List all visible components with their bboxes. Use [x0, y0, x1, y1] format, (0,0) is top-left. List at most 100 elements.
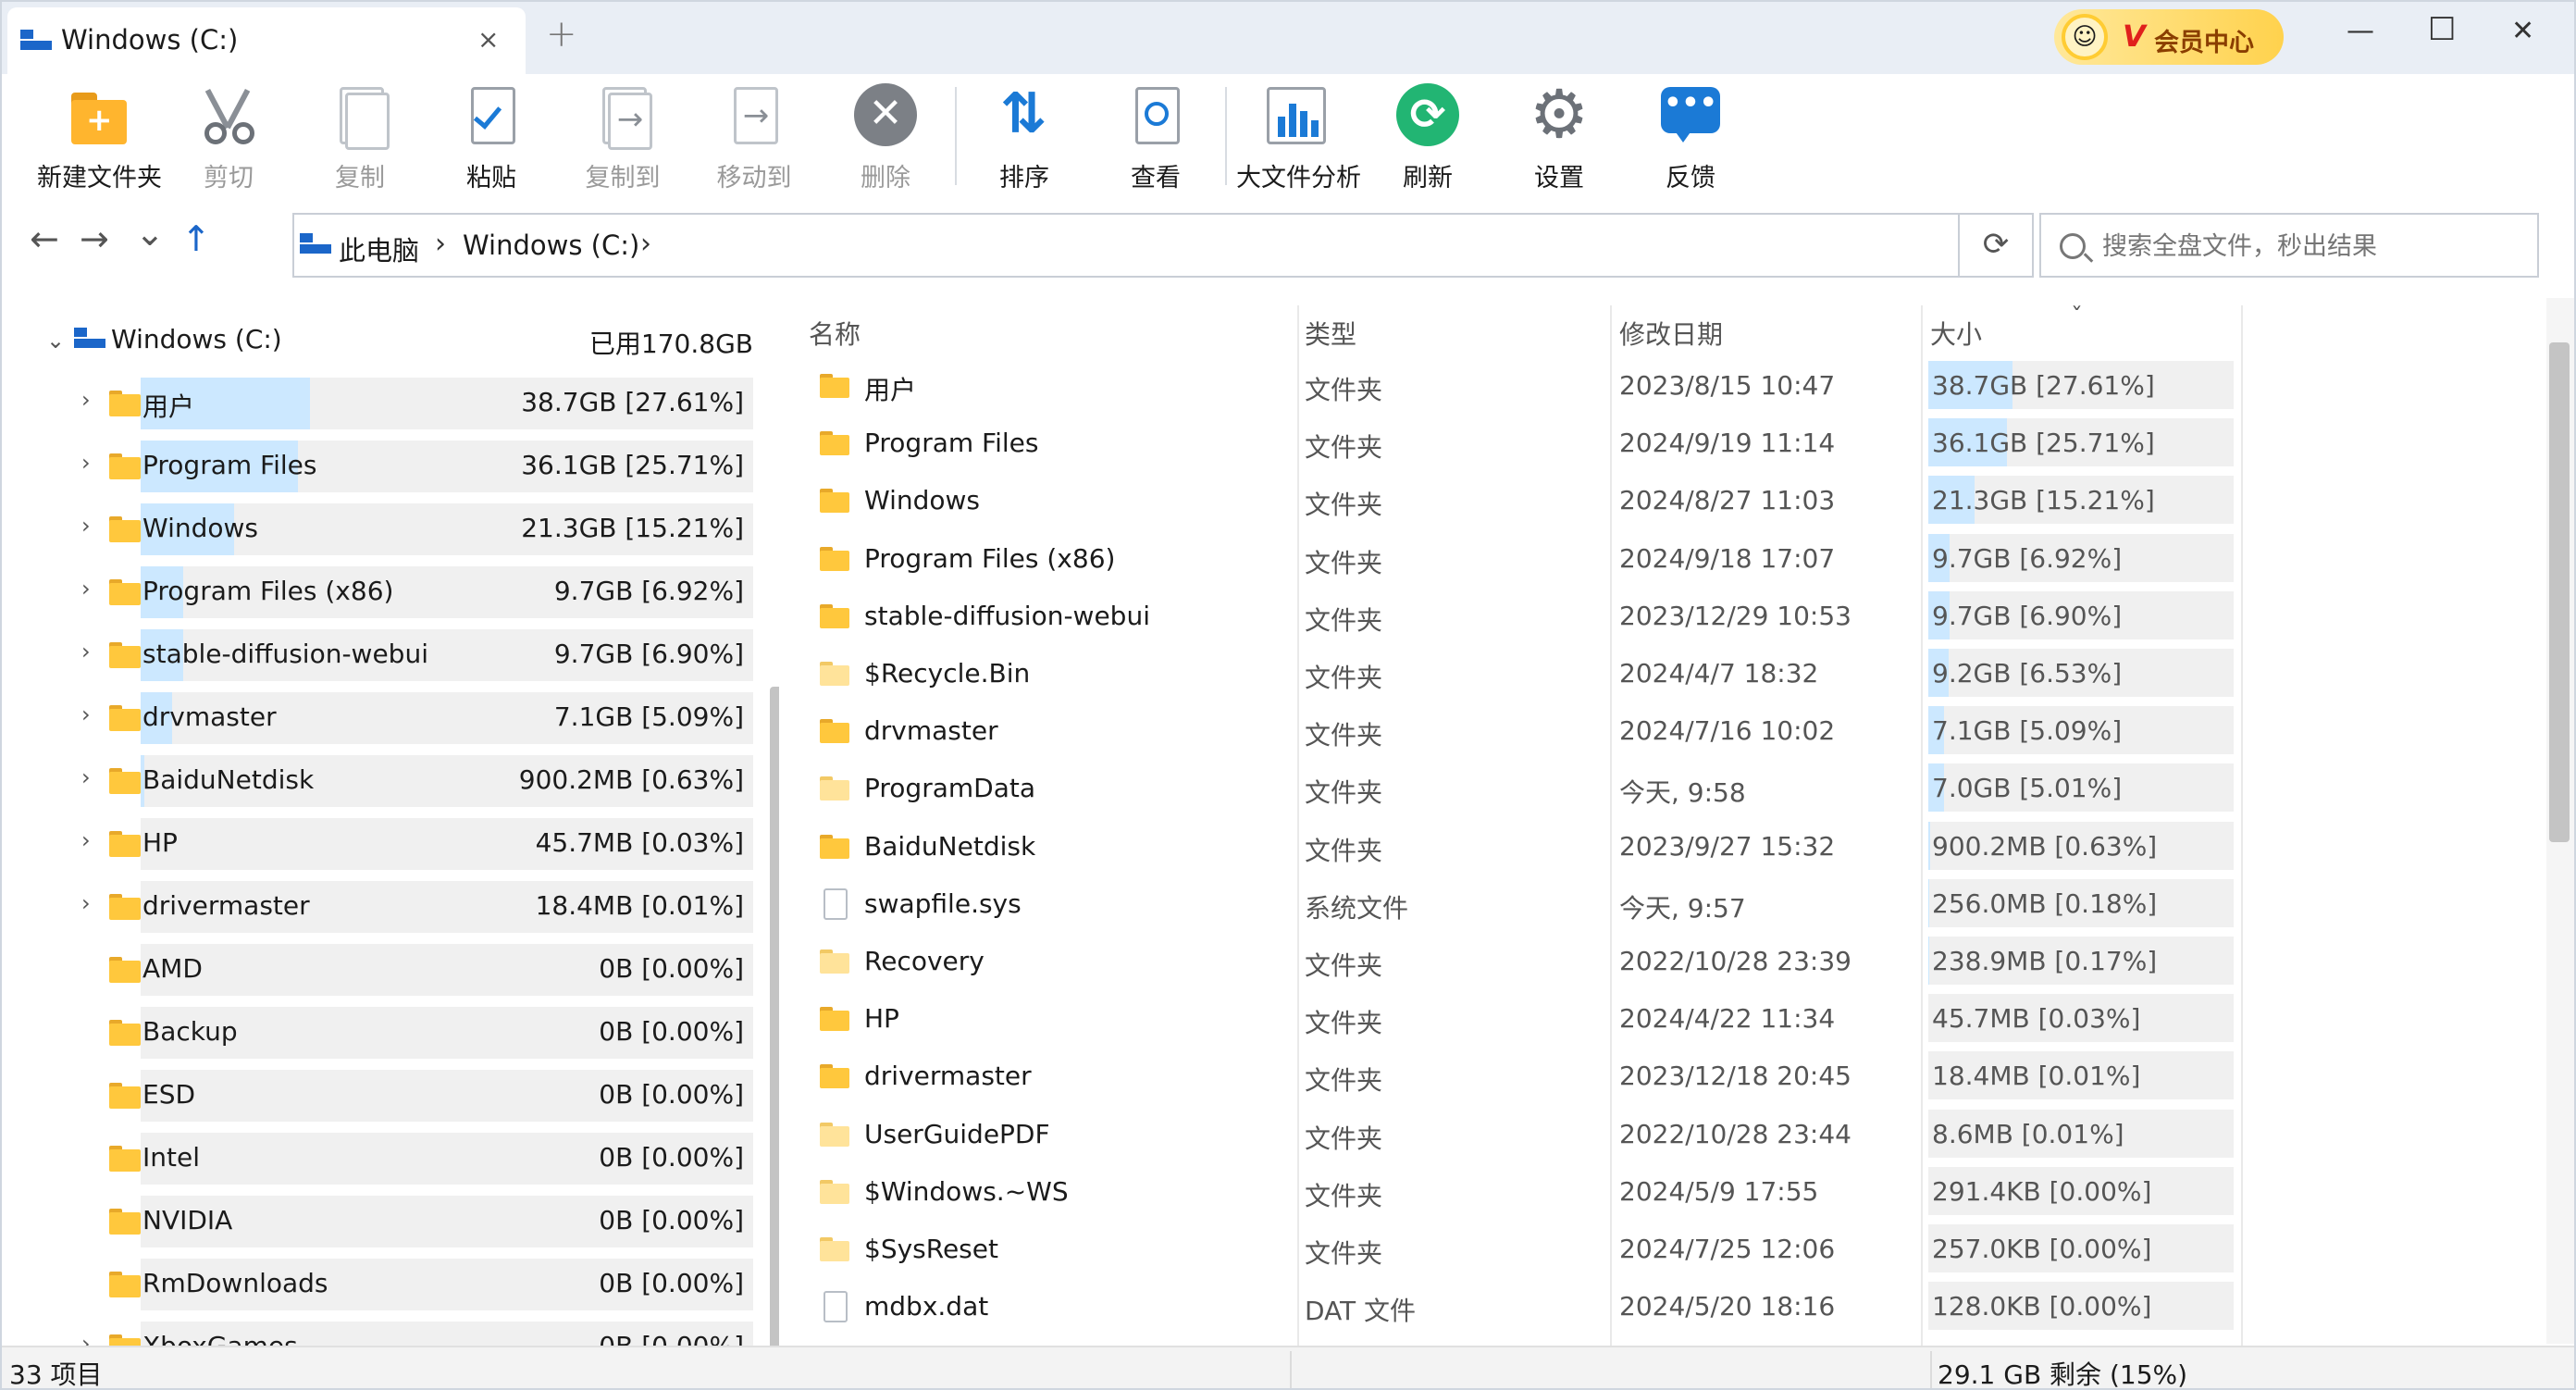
file-row[interactable]: $SysReset 文件夹 2024/7/25 12:06 257.0KB [0.00…: [799, 1221, 2539, 1278]
file-row[interactable]: $Recycle.Bin 文件夹 2024/4/7 18:32 9.2GB [6.53…: [799, 645, 2539, 702]
expand-chevron-icon[interactable]: ›: [81, 639, 91, 664]
file-name: ProgramData: [864, 773, 1035, 804]
tree-item[interactable]: Intel 0B [0.00%]: [76, 1133, 753, 1185]
file-size: 238.9MB [0.17%]: [1932, 946, 2158, 976]
expand-chevron-icon[interactable]: ›: [81, 890, 91, 916]
file-row[interactable]: Windows 文件夹 2024/8/27 11:03 21.3GB [15.21%]: [799, 472, 2539, 529]
feedback-button[interactable]: ••• 反馈: [1630, 83, 1751, 193]
search-box[interactable]: [2039, 213, 2539, 278]
tree-item[interactable]: RmDownloads 0B [0.00%]: [76, 1259, 753, 1310]
expand-chevron-icon[interactable]: ›: [81, 764, 91, 790]
file-row[interactable]: Recovery 文件夹 2022/10/28 23:39 238.9MB [0.17…: [799, 933, 2539, 990]
file-row[interactable]: Program Files 文件夹 2024/9/19 11:14 36.1GB [2…: [799, 415, 2539, 472]
up-arrow-icon[interactable]: ↑: [181, 218, 211, 259]
paste-button[interactable]: 粘贴: [431, 83, 551, 193]
refresh-button[interactable]: ⟳ 刷新: [1368, 83, 1488, 193]
address-refresh-icon[interactable]: ⟳: [1960, 213, 2034, 278]
breadcrumb-drive[interactable]: Windows (C:): [463, 230, 639, 261]
tree-item-size: 0B [0.00%]: [599, 1142, 744, 1173]
expand-chevron-icon[interactable]: ›: [81, 387, 91, 413]
copy-to-icon: →: [591, 83, 654, 150]
breadcrumb-chevron-icon[interactable]: ›: [435, 228, 446, 260]
file-date: 2024/7/16 10:02: [1619, 715, 1836, 747]
tree-item[interactable]: › stable-diffusion-webui 9.7GB [6.90%]: [76, 629, 753, 681]
file-row[interactable]: UserGuidePDF 文件夹 2022/10/28 23:44 8.6MB [0.…: [799, 1106, 2539, 1163]
new-folder-button[interactable]: + 新建文件夹: [37, 83, 162, 193]
tree-item[interactable]: › Program Files (x86) 9.7GB [6.92%]: [76, 566, 753, 618]
tree-item[interactable]: › BaiduNetdisk 900.2MB [0.63%]: [76, 755, 753, 807]
expand-chevron-icon[interactable]: ›: [81, 701, 91, 727]
new-tab-button[interactable]: +: [546, 13, 577, 56]
vip-center-button[interactable]: ☺ V 会员中心: [2054, 9, 2284, 65]
expand-chevron-icon[interactable]: ›: [81, 450, 91, 476]
file-date: 2024/9/19 11:14: [1619, 428, 1836, 459]
expand-chevron-icon[interactable]: ›: [81, 827, 91, 853]
tree-item[interactable]: › Windows 21.3GB [15.21%]: [76, 503, 753, 555]
tree-item[interactable]: › Program Files 36.1GB [25.71%]: [76, 441, 753, 492]
address-bar[interactable]: 此电脑 › Windows (C:) ›: [292, 213, 1960, 278]
file-row[interactable]: BaiduNetdisk 文件夹 2023/9/27 15:32 900.2MB [0…: [799, 818, 2539, 875]
breadcrumb-this-pc[interactable]: 此电脑: [339, 230, 419, 268]
history-chevron-icon[interactable]: ⌄: [135, 213, 165, 254]
move-to-icon: →: [723, 83, 786, 150]
column-header-type[interactable]: 类型: [1305, 315, 1356, 352]
delete-button[interactable]: ✕ 删除: [825, 83, 946, 193]
maximize-button[interactable]: ☐: [2428, 11, 2456, 48]
expand-chevron-icon[interactable]: ⌄: [46, 328, 65, 354]
file-row[interactable]: drivermaster 文件夹 2023/12/18 20:45 18.4MB [0…: [799, 1048, 2539, 1105]
tree-item[interactable]: Backup 0B [0.00%]: [76, 1007, 753, 1059]
tree-item[interactable]: › drvmaster 7.1GB [5.09%]: [76, 692, 753, 744]
paste-label: 粘贴: [466, 164, 516, 192]
tree-item[interactable]: › drivermaster 18.4MB [0.01%]: [76, 881, 753, 933]
file-row[interactable]: Program Files (x86) 文件夹 2024/9/18 17:07 9.7…: [799, 530, 2539, 588]
file-row[interactable]: mdbx.dat DAT 文件 2024/5/20 18:16 128.0KB [0.…: [799, 1278, 2539, 1335]
file-date: 2023/8/15 10:47: [1619, 370, 1836, 401]
tree-item[interactable]: › HP 45.7MB [0.03%]: [76, 818, 753, 870]
file-name: stable-diffusion-webui: [864, 600, 1150, 631]
back-arrow-icon[interactable]: ←: [30, 218, 59, 259]
copy-button[interactable]: 复制: [300, 83, 420, 193]
file-row[interactable]: drvmaster 文件夹 2024/7/16 10:02 7.1GB [5.09%]: [799, 702, 2539, 760]
view-button[interactable]: 查看: [1096, 83, 1216, 193]
column-header-date[interactable]: 修改日期: [1619, 315, 1723, 352]
close-tab-icon[interactable]: ×: [477, 24, 499, 55]
tree-item-size: 38.7GB [27.61%]: [521, 387, 744, 417]
minimize-button[interactable]: —: [2347, 15, 2374, 47]
tree-item[interactable]: NVIDIA 0B [0.00%]: [76, 1196, 753, 1247]
tree-item-name: stable-diffusion-webui: [142, 639, 428, 669]
column-header-size[interactable]: 大小: [1930, 315, 1982, 352]
sort-button[interactable]: ⇅ 排序: [964, 83, 1084, 193]
expand-chevron-icon[interactable]: ›: [81, 1331, 91, 1346]
tree-item[interactable]: › XboxGames 0B [0.00%]: [76, 1322, 753, 1346]
tree-item[interactable]: › 用户 38.7GB [27.61%]: [76, 378, 753, 429]
move-to-button[interactable]: → 移动到: [694, 83, 814, 193]
column-header-name[interactable]: 名称: [809, 315, 861, 352]
tab-windows-c[interactable]: Windows (C:) ×: [7, 7, 526, 74]
file-row[interactable]: HP 文件夹 2024/4/22 11:34 45.7MB [0.03%]: [799, 990, 2539, 1048]
cut-button[interactable]: 剪切: [168, 83, 289, 193]
file-row[interactable]: swapfile.sys 系统文件 今天, 9:57 256.0MB [0.18%]: [799, 875, 2539, 933]
search-input[interactable]: [2102, 228, 2528, 265]
copy-to-button[interactable]: → 复制到: [563, 83, 683, 193]
tree-item[interactable]: ESD 0B [0.00%]: [76, 1070, 753, 1122]
expand-chevron-icon[interactable]: ›: [81, 576, 91, 602]
breadcrumb-chevron-icon[interactable]: ›: [640, 228, 651, 260]
file-row[interactable]: 用户 文件夹 2023/8/15 10:47 38.7GB [27.61%]: [799, 357, 2539, 415]
expand-chevron-icon[interactable]: ›: [81, 513, 91, 539]
forward-arrow-icon[interactable]: →: [80, 218, 109, 259]
file-size: 8.6MB [0.01%]: [1932, 1118, 2124, 1149]
tree-scrollbar[interactable]: [770, 687, 779, 1346]
big-file-analysis-button[interactable]: 大文件分析: [1236, 83, 1361, 193]
main-scrollbar-thumb[interactable]: [2549, 342, 2570, 842]
file-type: 文件夹: [1305, 1008, 1383, 1039]
tree-root-name: Windows (C:): [111, 324, 282, 354]
file-name: drvmaster: [864, 715, 998, 747]
tree-root-drive[interactable]: ⌄ Windows (C:) 已用170.8GB: [39, 320, 761, 361]
file-date: 2024/4/7 18:32: [1619, 658, 1819, 689]
file-row[interactable]: ProgramData 文件夹 今天, 9:58 7.0GB [5.01%]: [799, 760, 2539, 817]
close-window-button[interactable]: ✕: [2511, 15, 2534, 47]
tree-item[interactable]: AMD 0B [0.00%]: [76, 944, 753, 996]
file-row[interactable]: $Windows.~WS 文件夹 2024/5/9 17:55 291.4KB [0.…: [799, 1163, 2539, 1221]
settings-button[interactable]: ⚙ 设置: [1499, 78, 1619, 193]
file-row[interactable]: stable-diffusion-webui 文件夹 2023/12/29 10:5…: [799, 588, 2539, 645]
